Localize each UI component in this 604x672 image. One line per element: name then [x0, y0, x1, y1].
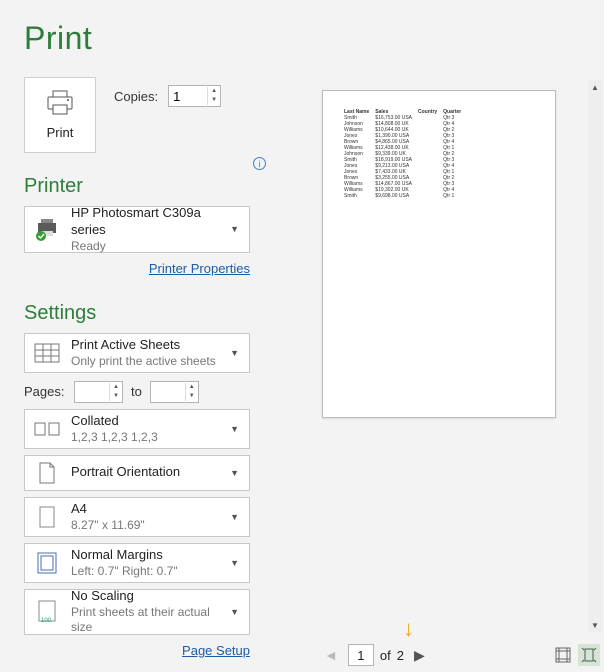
annotation-arrow-icon: ↓: [403, 616, 414, 642]
printer-icon: [45, 90, 75, 119]
margins-sub: Left: 0.7" Right: 0.7": [71, 564, 218, 580]
pages-to-label: to: [129, 384, 144, 399]
chevron-down-icon: ▼: [228, 468, 241, 478]
settings-heading: Settings: [24, 302, 266, 325]
chevron-down-icon: ▼: [228, 348, 241, 358]
margins-main: Normal Margins: [71, 547, 218, 564]
copies-spinner[interactable]: ▲▼: [168, 85, 221, 107]
print-button[interactable]: Print: [24, 77, 96, 153]
spinner-down-icon[interactable]: ▼: [186, 392, 198, 401]
scaling-icon: 100: [33, 598, 61, 626]
sheets-icon: [33, 339, 61, 367]
chevron-down-icon: ▼: [228, 224, 241, 234]
svg-text:100: 100: [41, 618, 52, 624]
spinner-down-icon[interactable]: ▼: [110, 392, 122, 401]
zoom-to-page-button[interactable]: [578, 644, 600, 666]
margins-icon: [33, 549, 61, 577]
orientation-main: Portrait Orientation: [71, 464, 218, 481]
next-page-button[interactable]: ▶: [410, 647, 429, 664]
margins-dropdown[interactable]: Normal Margins Left: 0.7" Right: 0.7" ▼: [24, 543, 250, 583]
preview-page: Last NameSalesCountryQuarterSmith$16,753…: [322, 90, 556, 418]
page-setup-link[interactable]: Page Setup: [182, 643, 250, 658]
collate-sub: 1,2,3 1,2,3 1,2,3: [71, 430, 218, 446]
printer-name: HP Photosmart C309a series: [71, 205, 218, 239]
spinner-down-icon[interactable]: ▼: [208, 96, 220, 105]
total-pages: 2: [397, 648, 404, 663]
chevron-down-icon: ▼: [228, 512, 241, 522]
pages-from-spinner[interactable]: ▲▼: [74, 381, 123, 403]
pages-to-input[interactable]: [151, 382, 185, 402]
pages-from-input[interactable]: [75, 382, 109, 402]
copies-input[interactable]: [169, 86, 207, 106]
prev-page-button[interactable]: ◄: [320, 647, 342, 663]
portrait-icon: [33, 459, 61, 487]
scaling-main: No Scaling: [71, 588, 218, 605]
info-icon[interactable]: i: [253, 157, 266, 170]
orientation-dropdown[interactable]: Portrait Orientation ▼: [24, 455, 250, 491]
print-what-dropdown[interactable]: Print Active Sheets Only print the activ…: [24, 333, 250, 373]
chevron-down-icon: ▼: [228, 424, 241, 434]
collate-main: Collated: [71, 413, 218, 430]
collate-icon: [33, 415, 61, 443]
pages-to-spinner[interactable]: ▲▼: [150, 381, 199, 403]
chevron-down-icon: ▼: [228, 607, 241, 617]
printer-status-icon: [33, 215, 61, 243]
copies-label: Copies:: [114, 89, 158, 104]
page-number-input[interactable]: 1: [348, 644, 374, 666]
scroll-up-icon[interactable]: ▲: [588, 80, 602, 94]
print-panel: Print Print Copies: ▲▼ Printer i: [0, 0, 290, 672]
printer-status: Ready: [71, 239, 218, 255]
pages-label: Pages:: [24, 384, 68, 399]
print-what-main: Print Active Sheets: [71, 337, 218, 354]
paper-main: A4: [71, 501, 218, 518]
page-title: Print: [24, 20, 266, 57]
printer-properties-link[interactable]: Printer Properties: [149, 261, 250, 276]
page-navigator: ◄ 1 of 2 ▶: [290, 644, 588, 666]
paper-dropdown[interactable]: A4 8.27" x 11.69" ▼: [24, 497, 250, 537]
print-what-sub: Only print the active sheets: [71, 354, 218, 370]
printer-dropdown[interactable]: HP Photosmart C309a series Ready ▼: [24, 206, 250, 253]
collate-dropdown[interactable]: Collated 1,2,3 1,2,3 1,2,3 ▼: [24, 409, 250, 449]
scaling-sub: Print sheets at their actual size: [71, 605, 218, 636]
show-margins-button[interactable]: [552, 644, 574, 666]
printer-heading: Printer: [24, 175, 266, 198]
spinner-up-icon[interactable]: ▲: [208, 87, 220, 96]
preview-pane: ▲ ▼ Last NameSalesCountryQuarterSmith$16…: [290, 0, 604, 672]
spinner-up-icon[interactable]: ▲: [110, 383, 122, 392]
spinner-up-icon[interactable]: ▲: [186, 383, 198, 392]
scrollbar[interactable]: ▲ ▼: [588, 80, 602, 632]
of-label: of: [380, 648, 391, 663]
chevron-down-icon: ▼: [228, 558, 241, 568]
print-button-label: Print: [47, 125, 74, 140]
paper-icon: [33, 503, 61, 531]
scaling-dropdown[interactable]: 100 No Scaling Print sheets at their act…: [24, 589, 250, 635]
paper-sub: 8.27" x 11.69": [71, 518, 218, 534]
scroll-down-icon[interactable]: ▼: [588, 618, 602, 632]
